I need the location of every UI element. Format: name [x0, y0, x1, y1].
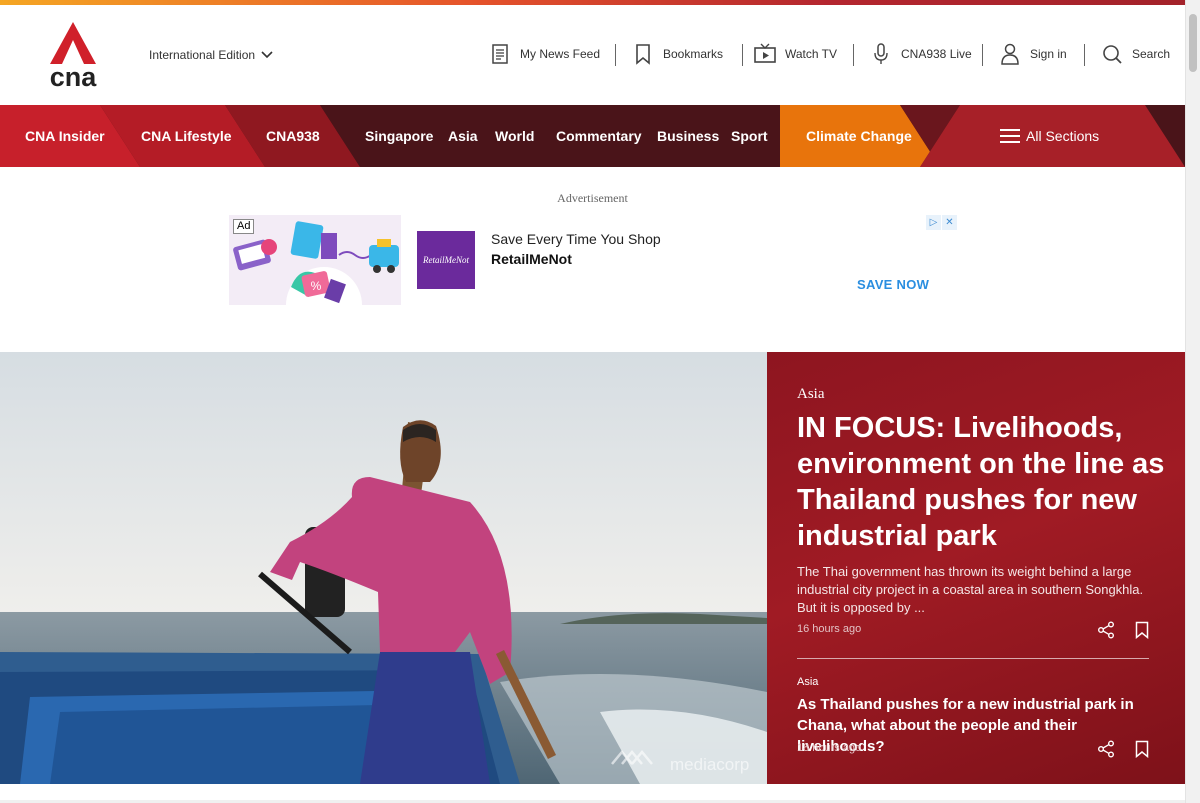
nav-world[interactable]: World	[495, 105, 534, 167]
hero-image[interactable]: mediacorp	[0, 352, 767, 784]
scrollbar-thumb[interactable]	[1189, 14, 1197, 72]
bookmark-icon	[636, 44, 650, 65]
site-header: cna International Edition My News Feed B…	[0, 5, 1185, 105]
tv-icon	[754, 43, 776, 63]
vertical-scrollbar[interactable]	[1185, 0, 1200, 803]
edition-label: International Edition	[149, 48, 256, 62]
divider	[982, 44, 983, 66]
ad-advertiser-name[interactable]: RetailMeNot	[491, 251, 572, 267]
story-divider	[797, 658, 1149, 659]
sign-in-label: Sign in	[1030, 47, 1067, 61]
main-navigation: CNA Insider CNA Lifestyle CNA938 Singapo…	[0, 105, 1185, 167]
microphone-icon	[874, 43, 888, 64]
divider	[615, 44, 616, 66]
nav-sport[interactable]: Sport	[731, 105, 768, 167]
my-news-feed-link[interactable]: My News Feed	[489, 43, 600, 65]
watch-tv-link[interactable]: Watch TV	[754, 43, 837, 65]
hamburger-menu-icon	[1000, 129, 1020, 143]
nav-singapore[interactable]: Singapore	[365, 105, 433, 167]
chevron-down-icon	[261, 51, 273, 59]
nav-commentary[interactable]: Commentary	[556, 105, 642, 167]
shopping-illustration: %	[229, 215, 401, 305]
hero-story: mediacorp Asia IN FOCUS: Livelihoods, en…	[0, 352, 1185, 792]
all-sections-button[interactable]: All Sections	[1000, 105, 1099, 167]
nav-cna-lifestyle[interactable]: CNA Lifestyle	[141, 105, 232, 167]
bookmark-icon[interactable]	[1133, 740, 1151, 758]
edition-selector[interactable]: International Edition	[149, 48, 273, 62]
cna-logo[interactable]: cna	[46, 22, 100, 92]
ad-badge: Ad	[233, 219, 255, 234]
nav-business[interactable]: Business	[657, 105, 719, 167]
adchoices-icon[interactable]: ▷	[926, 215, 941, 230]
mediacorp-watermark: mediacorp	[670, 755, 749, 774]
cna938-live-label: CNA938 Live	[901, 47, 972, 61]
bookmarks-label: Bookmarks	[663, 47, 724, 61]
ad-image[interactable]: % Ad	[229, 215, 401, 305]
my-news-feed-label: My News Feed	[520, 47, 601, 61]
divider	[853, 44, 854, 66]
ad-tagline[interactable]: Save Every Time You Shop	[491, 231, 661, 247]
svg-text:%: %	[311, 279, 322, 293]
search-link[interactable]: Search	[1101, 43, 1170, 65]
save-now-button[interactable]: SAVE NOW	[857, 277, 929, 292]
ad-choices[interactable]: ▷ ✕	[926, 215, 958, 230]
nav-climate-change[interactable]: Climate Change	[806, 105, 912, 167]
bookmark-icon[interactable]	[1133, 621, 1151, 639]
cna938-live-link[interactable]: CNA938 Live	[870, 43, 972, 65]
share-icon[interactable]	[1097, 740, 1115, 758]
news-feed-icon	[492, 44, 508, 64]
search-label: Search	[1132, 47, 1171, 61]
share-icon[interactable]	[1097, 621, 1115, 639]
nav-cna938[interactable]: CNA938	[266, 105, 320, 167]
hero-timestamp: 16 hours ago	[797, 623, 862, 635]
retailmenot-logo[interactable]: RetailMeNot	[417, 231, 475, 289]
divider	[1084, 44, 1085, 66]
close-ad-icon[interactable]: ✕	[942, 215, 957, 230]
user-icon	[1001, 43, 1019, 65]
hero-category-link[interactable]: Asia	[797, 386, 825, 403]
secondary-category-link[interactable]: Asia	[797, 676, 818, 688]
divider	[742, 44, 743, 66]
hero-headline[interactable]: IN FOCUS: Livelihoods, environment on th…	[797, 410, 1167, 554]
sign-in-link[interactable]: Sign in	[999, 43, 1067, 65]
nav-asia[interactable]: Asia	[448, 105, 478, 167]
svg-text:cna: cna	[50, 62, 98, 88]
watch-tv-label: Watch TV	[785, 47, 838, 61]
bookmarks-link[interactable]: Bookmarks	[632, 43, 723, 65]
fisherman-boat-photo: mediacorp	[0, 352, 767, 784]
search-icon	[1103, 45, 1122, 64]
all-sections-label: All Sections	[1026, 128, 1100, 144]
advertisement-label: Advertisement	[557, 191, 628, 205]
hero-text-panel: Asia IN FOCUS: Livelihoods, environment …	[767, 352, 1185, 792]
secondary-timestamp: 18 hours ago	[797, 742, 862, 754]
nav-cna-insider[interactable]: CNA Insider	[25, 105, 105, 167]
hero-summary: The Thai government has thrown its weigh…	[797, 564, 1144, 615]
